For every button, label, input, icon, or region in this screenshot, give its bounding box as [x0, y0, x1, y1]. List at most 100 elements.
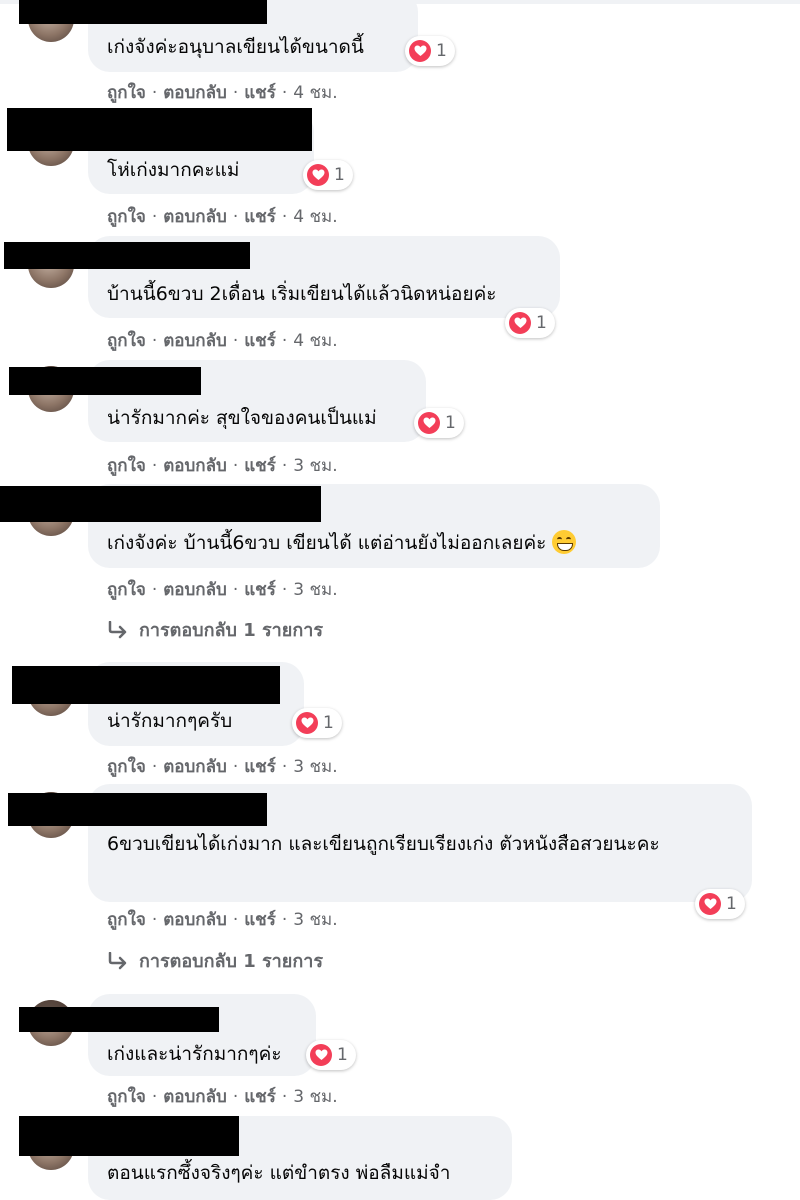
like-link[interactable]: ถูกใจ	[107, 83, 146, 103]
view-replies-label: การตอบกลับ 1 รายการ	[139, 951, 324, 972]
comment-text-content: เก่งจังค่ะ บ้านนี้6ขวบ เขียนได้ แต่อ่านย…	[107, 532, 547, 554]
timestamp[interactable]: 4 ชม.	[293, 83, 337, 103]
view-replies-link[interactable]: การตอบกลับ 1 รายการ	[107, 615, 323, 644]
comment-text: น่ารักมากค่ะ สุขใจของคนเป็นแม่	[107, 407, 377, 429]
reaction-count[interactable]: 1	[414, 408, 464, 438]
reply-link[interactable]: ตอบกลับ	[163, 757, 227, 777]
reply-arrow-icon	[108, 620, 127, 638]
separator: ·	[151, 1087, 158, 1107]
like-link[interactable]: ถูกใจ	[107, 331, 146, 351]
like-link[interactable]: ถูกใจ	[107, 1087, 146, 1107]
reaction-count[interactable]: 1	[292, 708, 342, 738]
separator: ·	[232, 83, 239, 103]
like-link[interactable]: ถูกใจ	[107, 207, 146, 227]
share-link[interactable]: แชร์	[244, 83, 276, 103]
timestamp[interactable]: 4 ชม.	[293, 207, 337, 227]
like-link[interactable]: ถูกใจ	[107, 757, 146, 777]
heart-icon	[509, 312, 531, 334]
comment-actions: ถูกใจ · ตอบกลับ · แชร์ · 4 ชม.	[107, 79, 338, 106]
heart-icon	[699, 893, 721, 915]
timestamp[interactable]: 3 ชม.	[293, 910, 337, 930]
share-link[interactable]: แชร์	[244, 1087, 276, 1107]
redacted-author-name	[7, 108, 312, 151]
comment-actions: ถูกใจ · ตอบกลับ · แชร์ · 3 ชม.	[107, 906, 338, 933]
comment-text: โห่เก่งมากคะแม่	[107, 159, 240, 181]
like-link[interactable]: ถูกใจ	[107, 580, 146, 600]
comment-actions: ถูกใจ · ตอบกลับ · แชร์ · 4 ชม.	[107, 327, 338, 354]
comment-actions: ถูกใจ · ตอบกลับ · แชร์ · 4 ชม.	[107, 203, 338, 230]
heart-icon	[418, 412, 440, 434]
separator: ·	[232, 1087, 239, 1107]
share-link[interactable]: แชร์	[244, 207, 276, 227]
separator: ·	[281, 207, 288, 227]
reaction-number: 1	[436, 41, 447, 61]
heart-icon	[310, 1044, 332, 1066]
reaction-count[interactable]: 1	[303, 160, 353, 190]
separator: ·	[281, 331, 288, 351]
separator: ·	[281, 580, 288, 600]
separator: ·	[232, 456, 239, 476]
comment-actions: ถูกใจ · ตอบกลับ · แชร์ · 3 ชม.	[107, 1083, 338, 1110]
separator: ·	[232, 580, 239, 600]
share-link[interactable]: แชร์	[244, 757, 276, 777]
reaction-number: 1	[536, 313, 547, 333]
comment-text: 6ขวบเขียนได้เก่งมาก และเขียนถูกเรียบเรีย…	[107, 833, 660, 855]
separator: ·	[151, 207, 158, 227]
share-link[interactable]: แชร์	[244, 456, 276, 476]
reaction-number: 1	[334, 165, 345, 185]
reaction-number: 1	[323, 713, 334, 733]
redacted-author-name	[12, 666, 280, 704]
timestamp[interactable]: 4 ชม.	[293, 331, 337, 351]
redacted-author-name	[19, 1007, 219, 1032]
reaction-number: 1	[445, 413, 456, 433]
comment-actions: ถูกใจ · ตอบกลับ · แชร์ · 3 ชม.	[107, 576, 338, 603]
separator: ·	[232, 331, 239, 351]
separator: ·	[281, 910, 288, 930]
share-link[interactable]: แชร์	[244, 580, 276, 600]
separator: ·	[151, 910, 158, 930]
timestamp[interactable]: 3 ชม.	[293, 757, 337, 777]
heart-icon	[296, 712, 318, 734]
comment-actions: ถูกใจ · ตอบกลับ · แชร์ · 3 ชม.	[107, 452, 338, 479]
redacted-author-name	[4, 242, 250, 269]
comment-actions: ถูกใจ · ตอบกลับ · แชร์ · 3 ชม.	[107, 753, 338, 780]
reply-link[interactable]: ตอบกลับ	[163, 83, 227, 103]
grinning-face-icon	[552, 529, 577, 554]
timestamp[interactable]: 3 ชม.	[293, 456, 337, 476]
separator: ·	[281, 83, 288, 103]
share-link[interactable]: แชร์	[244, 910, 276, 930]
separator: ·	[232, 910, 239, 930]
reply-link[interactable]: ตอบกลับ	[163, 910, 227, 930]
reply-arrow-icon	[108, 951, 127, 969]
separator: ·	[151, 331, 158, 351]
redacted-author-name	[19, 1116, 239, 1156]
separator: ·	[281, 1087, 288, 1107]
redacted-author-name	[8, 793, 267, 826]
reaction-count[interactable]: 1	[505, 308, 555, 338]
reaction-count[interactable]: 1	[695, 889, 745, 919]
reply-link[interactable]: ตอบกลับ	[163, 456, 227, 476]
reply-link[interactable]: ตอบกลับ	[163, 580, 227, 600]
reply-link[interactable]: ตอบกลับ	[163, 1087, 227, 1107]
redacted-author-name	[0, 486, 321, 522]
timestamp[interactable]: 3 ชม.	[293, 580, 337, 600]
separator: ·	[281, 757, 288, 777]
separator: ·	[151, 580, 158, 600]
separator: ·	[151, 456, 158, 476]
like-link[interactable]: ถูกใจ	[107, 910, 146, 930]
share-link[interactable]: แชร์	[244, 331, 276, 351]
view-replies-label: การตอบกลับ 1 รายการ	[139, 620, 324, 641]
comment-text: เก่งและน่ารักมากๆค่ะ	[107, 1043, 282, 1065]
timestamp[interactable]: 3 ชม.	[293, 1087, 337, 1107]
reply-link[interactable]: ตอบกลับ	[163, 331, 227, 351]
like-link[interactable]: ถูกใจ	[107, 456, 146, 476]
comment-text: บ้านนี้6ขวบ 2เดื่อน เริ่มเขียนได้แล้วนิด…	[107, 283, 497, 305]
separator: ·	[232, 757, 239, 777]
reaction-count[interactable]: 1	[405, 36, 455, 66]
redacted-author-name	[9, 367, 201, 395]
heart-icon	[409, 40, 431, 62]
view-replies-link[interactable]: การตอบกลับ 1 รายการ	[107, 946, 323, 975]
reply-link[interactable]: ตอบกลับ	[163, 207, 227, 227]
reaction-number: 1	[726, 894, 737, 914]
reaction-count[interactable]: 1	[306, 1040, 356, 1070]
